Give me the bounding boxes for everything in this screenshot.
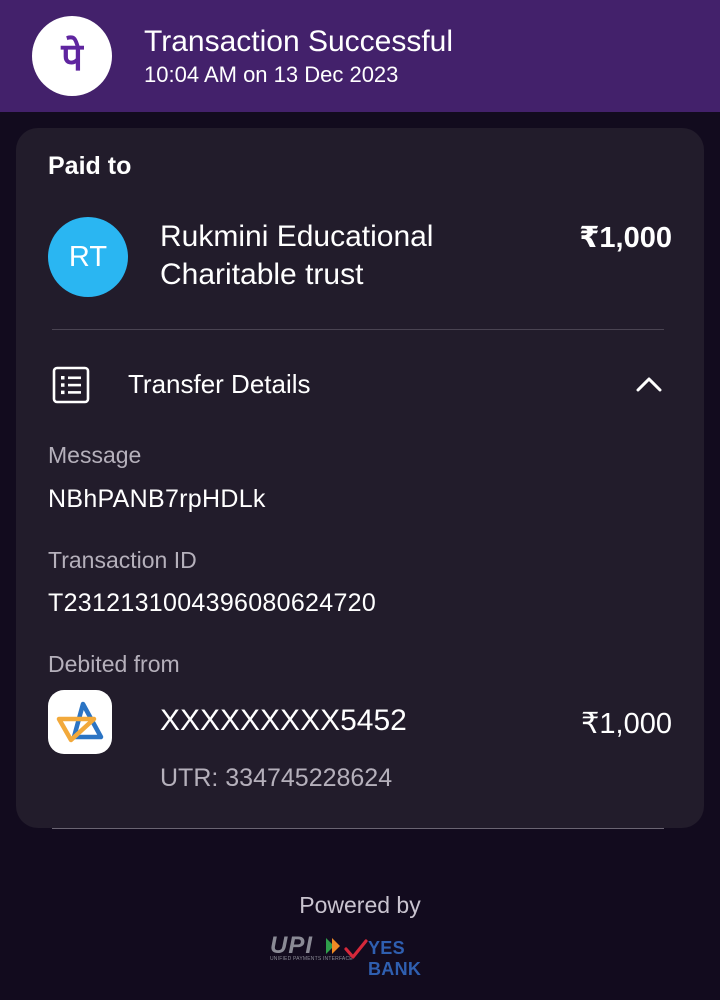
yes-bank-logo: YES BANK bbox=[368, 938, 422, 979]
transfer-details-title[interactable]: Transfer Details bbox=[128, 369, 311, 400]
chevron-up-icon[interactable] bbox=[634, 374, 664, 394]
message-value: NBhPANB7rpHDLk bbox=[48, 485, 266, 513]
upi-tagline: UNIFIED PAYMENTS INTERFACE bbox=[270, 956, 353, 962]
payee-initials: RT bbox=[68, 240, 108, 273]
bank-star-icon bbox=[56, 701, 104, 743]
payee-avatar: RT bbox=[48, 217, 128, 297]
logo-glyph: पे bbox=[61, 35, 83, 79]
list-details-icon bbox=[52, 366, 90, 404]
payee-amount: ₹1,000 bbox=[579, 222, 672, 254]
debit-account-number: XXXXXXXXX5452 bbox=[160, 704, 407, 737]
paid-to-label: Paid to bbox=[48, 152, 132, 180]
debited-from-label: Debited from bbox=[48, 651, 180, 677]
powered-by-label: Powered by bbox=[299, 892, 421, 918]
transaction-id-value[interactable]: T2312131004396080624720 bbox=[48, 589, 376, 618]
divider bbox=[52, 329, 664, 330]
bank-logo-icon bbox=[48, 690, 112, 754]
transaction-card: Paid to RT Rukmini Educational Charitabl… bbox=[16, 128, 704, 828]
message-label: Message bbox=[48, 442, 142, 468]
utr-number[interactable]: UTR: 334745228624 bbox=[160, 764, 392, 793]
transaction-id-label: Transaction ID bbox=[48, 547, 197, 573]
upi-arrow-icon bbox=[326, 938, 340, 954]
debit-amount: ₹1,000 bbox=[580, 708, 672, 740]
phonepe-logo-icon: पे bbox=[32, 16, 112, 96]
payee-name: Rukmini Educational Charitable trust bbox=[160, 220, 434, 291]
bottom-divider bbox=[52, 828, 664, 829]
yes-bank-check-icon bbox=[344, 939, 368, 959]
partner-logos: UPI UNIFIED PAYMENTS INTERFACE YES BANK bbox=[266, 932, 456, 979]
transaction-header: पे Transaction Successful 10:04 AM on 13… bbox=[0, 0, 720, 112]
transaction-status-title: Transaction Successful bbox=[144, 25, 454, 58]
transaction-timestamp: 10:04 AM on 13 Dec 2023 bbox=[144, 62, 399, 87]
